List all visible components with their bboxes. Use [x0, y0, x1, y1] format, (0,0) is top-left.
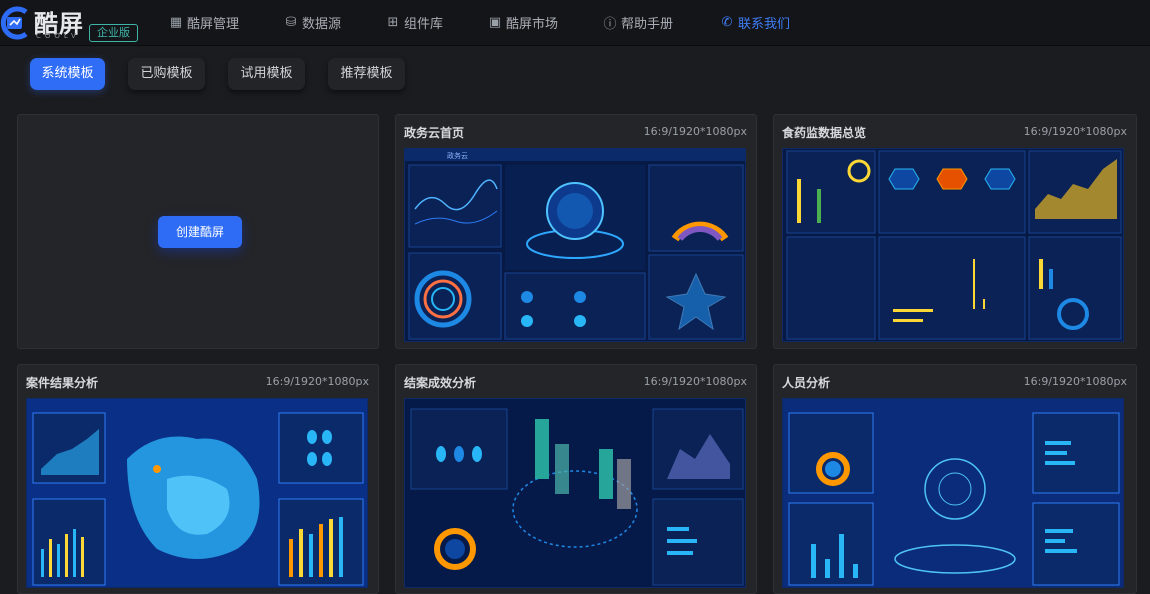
nav-item-datasource[interactable]: ⛁ 数据源	[284, 0, 341, 44]
nav-item-screen-management[interactable]: ▦ 酷屏管理	[169, 0, 239, 44]
thumbnail-graphic	[405, 399, 745, 587]
nav-label: 酷屏管理	[187, 16, 240, 32]
template-card[interactable]: 案件结果分析 16:9/1920*1080px	[17, 364, 379, 594]
template-size: 16:9/1920*1080px	[265, 375, 369, 388]
template-thumbnail	[782, 398, 1124, 588]
template-title: 案件结果分析	[26, 376, 99, 390]
template-card[interactable]: 政务云首页 16:9/1920*1080px 政务云	[395, 114, 757, 349]
logo-mark-icon	[0, 6, 28, 40]
nav-item-help[interactable]: ⓘ 帮助手册	[603, 0, 673, 44]
tab-system-templates[interactable]: 系统模板	[30, 58, 105, 90]
template-card[interactable]: 结案成效分析 16:9/1920*1080px	[395, 364, 757, 594]
template-card[interactable]: 人员分析 16:9/1920*1080px	[773, 364, 1137, 594]
template-size: 16:9/1920*1080px	[1023, 125, 1127, 138]
nav-item-components[interactable]: ⊞ 组件库	[386, 0, 443, 44]
database-icon: ⛁	[285, 14, 297, 30]
nav-label: 组件库	[404, 16, 444, 32]
nav-item-contact[interactable]: ✆ 联系我们	[720, 0, 790, 44]
nav-label: 帮助手册	[621, 16, 674, 32]
thumbnail-graphic	[27, 399, 367, 587]
thumbnail-graphic	[783, 399, 1123, 587]
template-thumbnail	[26, 398, 368, 588]
nav-item-market[interactable]: ▣ 酷屏市场	[488, 0, 558, 44]
thumbnail-graphic: 政务云	[405, 149, 745, 341]
market-icon: ▣	[488, 14, 502, 30]
phone-icon: ✆	[721, 14, 733, 30]
nav-label: 联系我们	[738, 16, 791, 32]
top-bar: 酷屏 COOLV 企业版 ▦ 酷屏管理 ⛁ 数据源 ⊞ 组件库 ▣ 酷屏市场 ⓘ 帮助手册…	[0, 0, 1150, 46]
brand-subtitle: COOLV	[36, 32, 80, 40]
create-screen-card[interactable]: 创建酷屏	[17, 114, 379, 349]
nav-label: 数据源	[302, 16, 342, 32]
template-thumbnail: 政务云	[404, 148, 746, 342]
grid-icon: ▦	[169, 14, 183, 30]
template-size: 16:9/1920*1080px	[643, 125, 747, 138]
template-title: 人员分析	[782, 376, 831, 390]
thumb-header-text: 政务云	[447, 151, 468, 160]
template-thumbnail	[782, 148, 1124, 342]
thumbnail-graphic	[783, 149, 1123, 341]
edition-badge: 企业版	[89, 24, 138, 42]
template-size: 16:9/1920*1080px	[643, 375, 747, 388]
components-icon: ⊞	[387, 14, 399, 30]
tab-purchased-templates[interactable]: 已购模板	[128, 58, 205, 90]
template-title: 结案成效分析	[404, 376, 477, 390]
template-card[interactable]: 食药监数据总览 16:9/1920*1080px	[773, 114, 1137, 349]
brand-logo[interactable]: 酷屏 COOLV 企业版	[0, 2, 150, 44]
template-title: 政务云首页	[404, 126, 465, 140]
tab-recommended-templates[interactable]: 推荐模板	[328, 58, 405, 90]
template-size: 16:9/1920*1080px	[1023, 375, 1127, 388]
template-title: 食药监数据总览	[782, 126, 867, 140]
template-thumbnail	[404, 398, 746, 588]
help-icon: ⓘ	[603, 16, 617, 32]
create-screen-button[interactable]: 创建酷屏	[158, 216, 242, 248]
nav-label: 酷屏市场	[506, 16, 559, 32]
tab-trial-templates[interactable]: 试用模板	[228, 58, 305, 90]
